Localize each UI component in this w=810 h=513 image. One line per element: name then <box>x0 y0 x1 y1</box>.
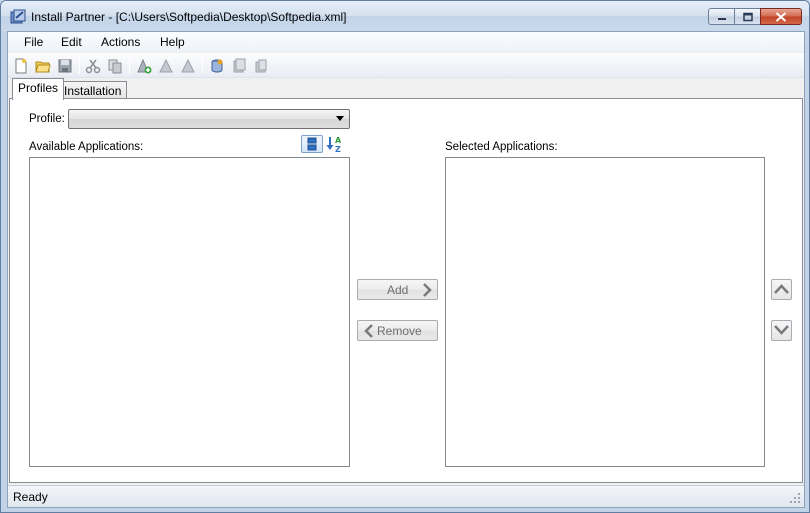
status-bar: Ready <box>8 485 804 507</box>
toolbar-separator <box>129 57 130 74</box>
svg-text:Z: Z <box>335 145 341 153</box>
copy-files-button[interactable] <box>230 57 248 75</box>
title-bar[interactable]: Install Partner - [C:\Users\Softpedia\De… <box>1 1 809 31</box>
list-view-icon <box>307 137 317 151</box>
caption-buttons <box>708 8 802 26</box>
resize-grip-icon[interactable] <box>789 492 801 504</box>
add-button-label: Add <box>387 283 409 297</box>
save-disk-icon <box>58 59 72 73</box>
svg-text:A: A <box>335 136 342 145</box>
status-text: Ready <box>13 490 48 504</box>
profiles-panel: Profile: Available Applications: A Z Sel… <box>9 98 803 483</box>
new-button[interactable] <box>12 57 30 75</box>
profile-label: Profile: <box>29 113 65 125</box>
cut-button[interactable] <box>84 57 102 75</box>
chevron-down-icon <box>336 116 344 121</box>
client-area: File Edit Actions Help Profiles Installa… <box>7 31 805 508</box>
close-icon <box>775 11 787 22</box>
menu-actions[interactable]: Actions <box>97 34 144 50</box>
remove-application-icon <box>181 58 195 73</box>
available-applications-label: Available Applications: <box>29 141 144 153</box>
save-button[interactable] <box>56 57 74 75</box>
available-applications-list[interactable] <box>29 157 350 467</box>
open-button[interactable] <box>34 57 52 75</box>
toolbar-separator <box>79 57 80 74</box>
install-partner-app-icon <box>10 9 26 24</box>
menu-edit[interactable]: Edit <box>57 34 86 50</box>
selected-applications-list[interactable] <box>445 157 765 467</box>
cut-icon <box>85 59 101 74</box>
remove-button[interactable]: Remove <box>357 320 438 341</box>
profile-dropdown[interactable] <box>68 109 350 129</box>
main-window: Install Partner - [C:\Users\Softpedia\De… <box>0 0 810 513</box>
new-document-icon <box>15 58 27 74</box>
menu-help[interactable]: Help <box>156 34 189 50</box>
chevron-left-icon <box>364 324 373 338</box>
chevron-right-icon <box>423 283 432 297</box>
tab-installation-label: Installation <box>64 84 122 98</box>
menu-file[interactable]: File <box>20 34 47 50</box>
maximize-icon <box>742 12 753 21</box>
window-title: Install Partner - [C:\Users\Softpedia\De… <box>31 10 347 24</box>
tab-profiles-label: Profiles <box>18 81 59 95</box>
menu-bar: File Edit Actions Help <box>8 32 804 52</box>
open-folder-icon <box>35 61 51 73</box>
toolbar <box>8 53 804 78</box>
remove-button-label: Remove <box>377 324 422 338</box>
move-up-button[interactable] <box>771 279 792 300</box>
add-application-icon <box>137 58 152 74</box>
close-button[interactable] <box>760 8 802 25</box>
install-button[interactable] <box>208 57 226 75</box>
tab-strip: Profiles Installation <box>8 78 804 100</box>
toolbar-separator <box>202 57 203 74</box>
copy-icon <box>108 59 122 74</box>
add-application-button[interactable] <box>135 57 153 75</box>
minimize-button[interactable] <box>708 8 735 25</box>
remove-application-button[interactable] <box>179 57 197 75</box>
move-down-button[interactable] <box>771 320 792 341</box>
view-toggle-button[interactable] <box>301 135 323 153</box>
chevron-up-icon <box>774 284 789 294</box>
edit-application-icon <box>159 58 173 73</box>
copy-files-icon <box>233 58 246 73</box>
paste-files-icon <box>255 59 267 73</box>
maximize-button[interactable] <box>734 8 761 25</box>
sort-az-icon[interactable]: A Z <box>326 135 344 153</box>
install-database-icon <box>211 59 223 73</box>
paste-files-button[interactable] <box>252 57 270 75</box>
chevron-down-icon <box>774 325 789 335</box>
minimize-icon <box>717 17 726 20</box>
tab-profiles[interactable]: Profiles <box>12 78 65 100</box>
copy-button[interactable] <box>106 57 124 75</box>
edit-application-button[interactable] <box>157 57 175 75</box>
add-button[interactable]: Add <box>357 279 438 300</box>
selected-applications-label: Selected Applications: <box>445 141 558 153</box>
